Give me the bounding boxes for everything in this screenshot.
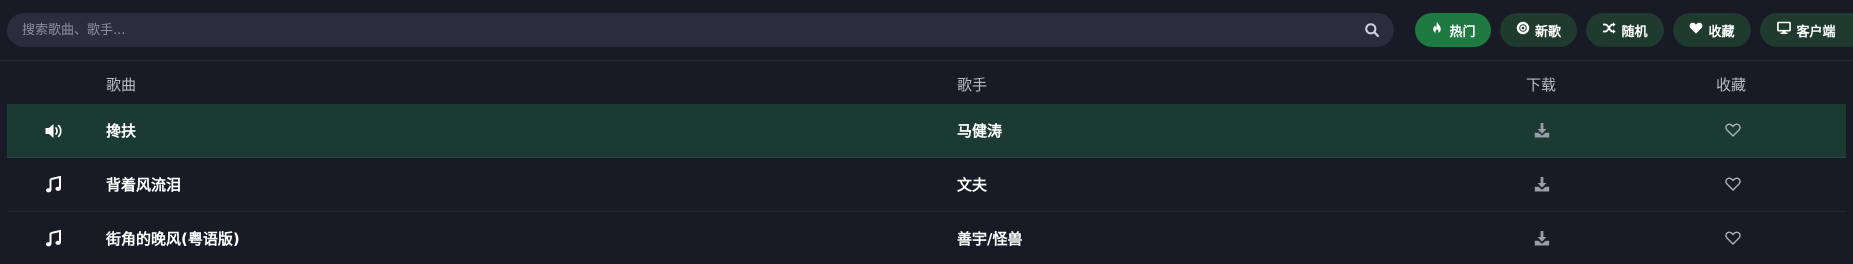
search-input[interactable]	[7, 13, 1347, 47]
top-bar: 热门 新歌 随机 收藏 客户端	[0, 0, 1853, 61]
header-song: 歌曲	[106, 76, 137, 94]
favorite-heart-icon[interactable]	[1725, 176, 1741, 192]
song-row[interactable]: 街角的晚风(粤语版) 善宇/怪兽	[7, 212, 1846, 264]
download-icon[interactable]	[1533, 229, 1551, 247]
favorite-heart-icon[interactable]	[1725, 230, 1741, 246]
nav-new-songs-button[interactable]: 新歌	[1500, 13, 1577, 47]
song-row[interactable]: 背着风流泪 文夫	[7, 158, 1846, 212]
shuffle-icon	[1602, 21, 1616, 39]
nav-fav-label: 收藏	[1708, 24, 1735, 40]
song-title[interactable]: 搀扶	[106, 120, 136, 141]
header-artist: 歌手	[957, 76, 988, 94]
nav-hot-button[interactable]: 热门	[1415, 13, 1491, 47]
song-title[interactable]: 街角的晚风(粤语版)	[106, 228, 240, 249]
download-icon[interactable]	[1533, 121, 1551, 139]
volume-icon[interactable]	[44, 122, 64, 140]
search-icon[interactable]	[1364, 22, 1380, 38]
header-download: 下载	[1526, 76, 1557, 94]
nav-client-label: 客户端	[1796, 24, 1836, 40]
favorite-heart-icon[interactable]	[1725, 122, 1741, 138]
nav-hot-label: 热门	[1449, 24, 1476, 40]
heart-icon	[1689, 21, 1703, 39]
music-note-icon[interactable]	[44, 176, 64, 194]
fire-icon	[1430, 21, 1444, 39]
header-favorite: 收藏	[1716, 76, 1747, 94]
nav-new-label: 新歌	[1534, 24, 1561, 40]
song-title[interactable]: 背着风流泪	[106, 174, 181, 195]
nav-favorites-button[interactable]: 收藏	[1673, 13, 1751, 47]
nav-random-label: 随机	[1621, 24, 1648, 40]
search-bar	[7, 13, 1394, 47]
song-row-playing[interactable]: 搀扶 马健涛	[7, 104, 1846, 158]
desktop-icon	[1777, 21, 1792, 39]
nav-random-button[interactable]: 随机	[1586, 13, 1664, 47]
song-artist[interactable]: 善宇/怪兽	[957, 228, 1022, 249]
music-note-icon[interactable]	[44, 230, 64, 248]
disc-icon	[1516, 21, 1530, 39]
song-artist[interactable]: 文夫	[957, 174, 987, 195]
nav-client-button[interactable]: 客户端	[1760, 13, 1853, 47]
song-table-header: 歌曲 歌手 下载 收藏	[0, 62, 1853, 104]
song-artist[interactable]: 马健涛	[957, 120, 1002, 141]
download-icon[interactable]	[1533, 175, 1551, 193]
music-app: 热门 新歌 随机 收藏 客户端 歌曲	[0, 0, 1853, 264]
